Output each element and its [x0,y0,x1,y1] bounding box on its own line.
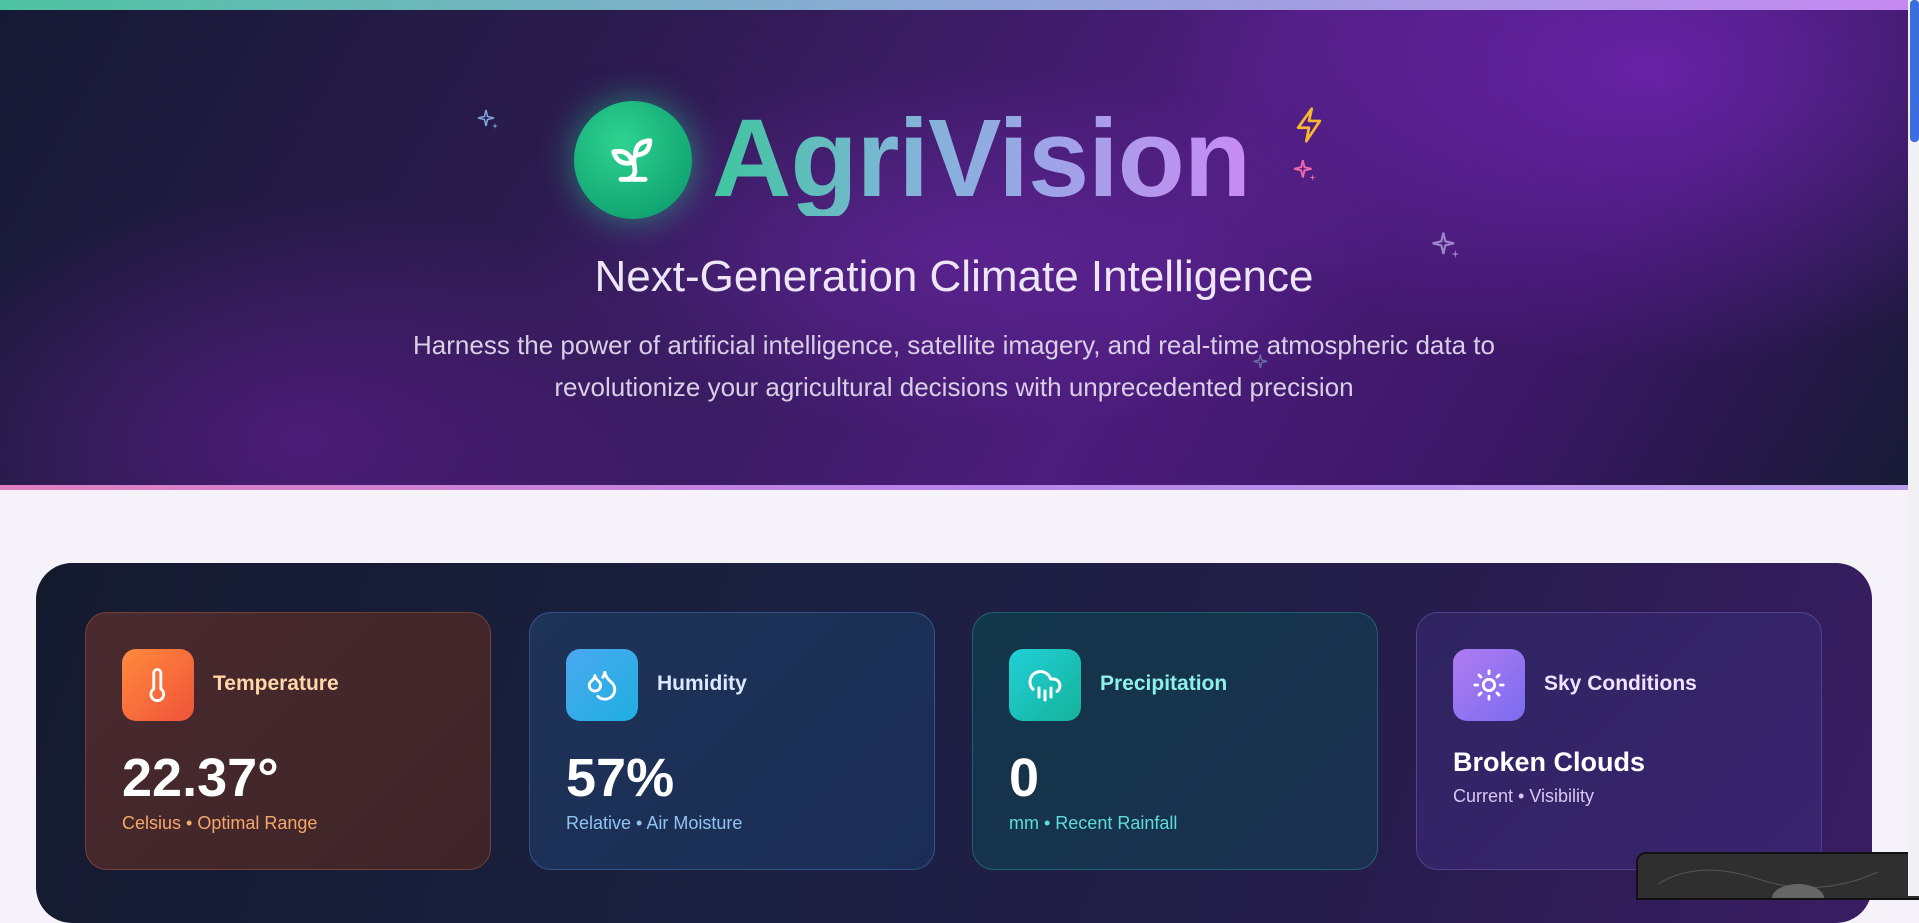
hero-subtitle: Next-Generation Climate Intelligence [594,252,1314,301]
preview-thumbnail [1638,854,1919,898]
sparkle-icon [1293,159,1316,181]
sparkle-icon [477,109,498,129]
floating-preview-window[interactable] [1636,852,1919,900]
card-label: Humidity [657,672,747,695]
lightning-icon [1296,107,1322,143]
humidity-value: 57% [566,748,675,808]
brand-header: AgriVision [574,90,1250,230]
card-sub: mm • Recent Rainfall [1009,813,1178,833]
hero-section: AgriVision Next-Generation Climate Intel… [0,10,1908,485]
top-accent-bar [0,0,1908,10]
card-label: Precipitation [1100,672,1228,695]
card-sub: Current • Visibility [1453,786,1595,806]
temperature-value: 22.37° [122,748,279,808]
hero-bottom-accent [0,485,1908,490]
hero-description: Harness the power of artificial intellig… [413,330,1495,402]
sprout-icon [574,101,692,219]
cloud-rain-icon [1009,649,1081,721]
temperature-card[interactable]: Temperature 22.37° Celsius • Optimal Ran… [85,612,491,870]
card-label: Sky Conditions [1544,672,1697,695]
precipitation-value: 0 [1009,748,1040,808]
card-sub: Relative • Air Moisture [566,813,743,833]
scrollbar-thumb[interactable] [1910,0,1919,142]
brand-title: AgriVision [712,104,1251,216]
precipitation-card[interactable]: Precipitation 0 mm • Recent Rainfall [972,612,1378,870]
sun-icon [1453,649,1525,721]
humidity-card[interactable]: Humidity 57% Relative • Air Moisture [529,612,935,870]
card-label: Temperature [213,672,339,695]
sky-conditions-card[interactable]: Sky Conditions Broken Clouds Current • V… [1416,612,1822,870]
thermometer-icon [122,649,194,721]
droplets-icon [566,649,638,721]
sky-value: Broken Clouds [1453,747,1646,777]
card-sub: Celsius • Optimal Range [122,813,318,833]
